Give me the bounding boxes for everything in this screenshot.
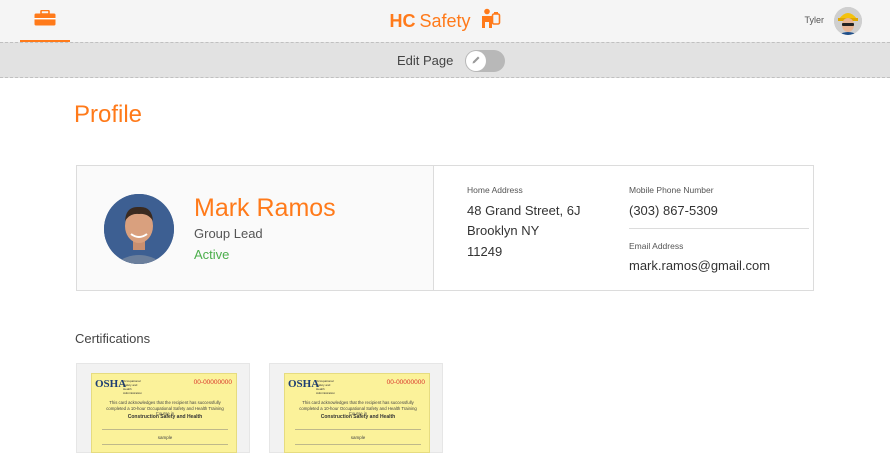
certification-card[interactable]: OSHA Occupational Safety and Health Admi… — [76, 363, 250, 453]
address-line-1: 48 Grand Street, 6J — [467, 203, 581, 218]
osha-org-name: Occupational Safety and Health Administr… — [316, 379, 336, 395]
user-avatar[interactable] — [834, 7, 862, 35]
osha-card-image: OSHA Occupational Safety and Health Admi… — [91, 373, 237, 453]
toggle-knob — [466, 51, 486, 71]
address-line-3: 11249 — [467, 244, 503, 259]
osha-card-image: OSHA Occupational Safety and Health Admi… — [284, 373, 430, 453]
card-divider-line — [102, 429, 228, 430]
card-name: sample — [157, 435, 173, 440]
mobile-phone-value: (303) 867-5309 — [629, 203, 718, 218]
osha-org-name: Occupational Safety and Health Administr… — [123, 379, 143, 395]
mobile-phone-label: Mobile Phone Number — [629, 185, 714, 195]
card-divider-line — [102, 444, 228, 445]
profile-status: Active — [194, 247, 230, 262]
card-divider-line — [295, 429, 421, 430]
card-course: Construction Safety and Health — [320, 414, 396, 420]
profile-card: Mark Ramos Group Lead Active Home Addres… — [76, 165, 814, 291]
contact-divider — [629, 228, 809, 229]
toolbox-tab[interactable] — [20, 0, 70, 42]
profile-role: Group Lead — [194, 226, 263, 241]
osha-logo: OSHA — [95, 378, 127, 390]
address-line-2: Brooklyn NY — [467, 223, 540, 238]
profile-summary: Mark Ramos Group Lead Active — [77, 166, 433, 290]
home-address-label: Home Address — [467, 185, 523, 195]
email-address-value: mark.ramos@gmail.com — [629, 258, 771, 273]
worker-logo-icon — [479, 8, 501, 35]
certification-card[interactable]: OSHA Occupational Safety and Health Admi… — [269, 363, 443, 453]
pencil-icon — [471, 52, 481, 70]
page-title: Profile — [74, 101, 143, 128]
card-name: sample — [350, 435, 366, 440]
profile-name: Mark Ramos — [194, 194, 336, 222]
profile-photo — [104, 194, 174, 264]
brand-name-bold: HC — [389, 10, 416, 31]
user-name[interactable]: Tyler — [804, 15, 824, 25]
brand-name: Safety — [419, 10, 471, 31]
brand-logo: HC Safety — [0, 0, 890, 42]
edit-page-label: Edit Page — [397, 53, 454, 68]
edit-page-bar: Edit Page — [0, 42, 890, 78]
certifications-heading: Certifications — [75, 331, 151, 346]
card-divider-line — [295, 444, 421, 445]
profile-contact-details: Home Address 48 Grand Street, 6J Brookly… — [434, 166, 813, 290]
osha-logo: OSHA — [288, 378, 320, 390]
card-number: 00-00000000 — [386, 379, 425, 386]
card-course: Construction Safety and Health — [127, 414, 203, 420]
toolbox-icon — [34, 9, 56, 31]
card-number: 00-00000000 — [193, 379, 232, 386]
email-address-label: Email Address — [629, 241, 684, 251]
top-navigation-bar: HC Safety Tyler — [0, 0, 890, 42]
edit-page-toggle[interactable] — [465, 50, 505, 72]
